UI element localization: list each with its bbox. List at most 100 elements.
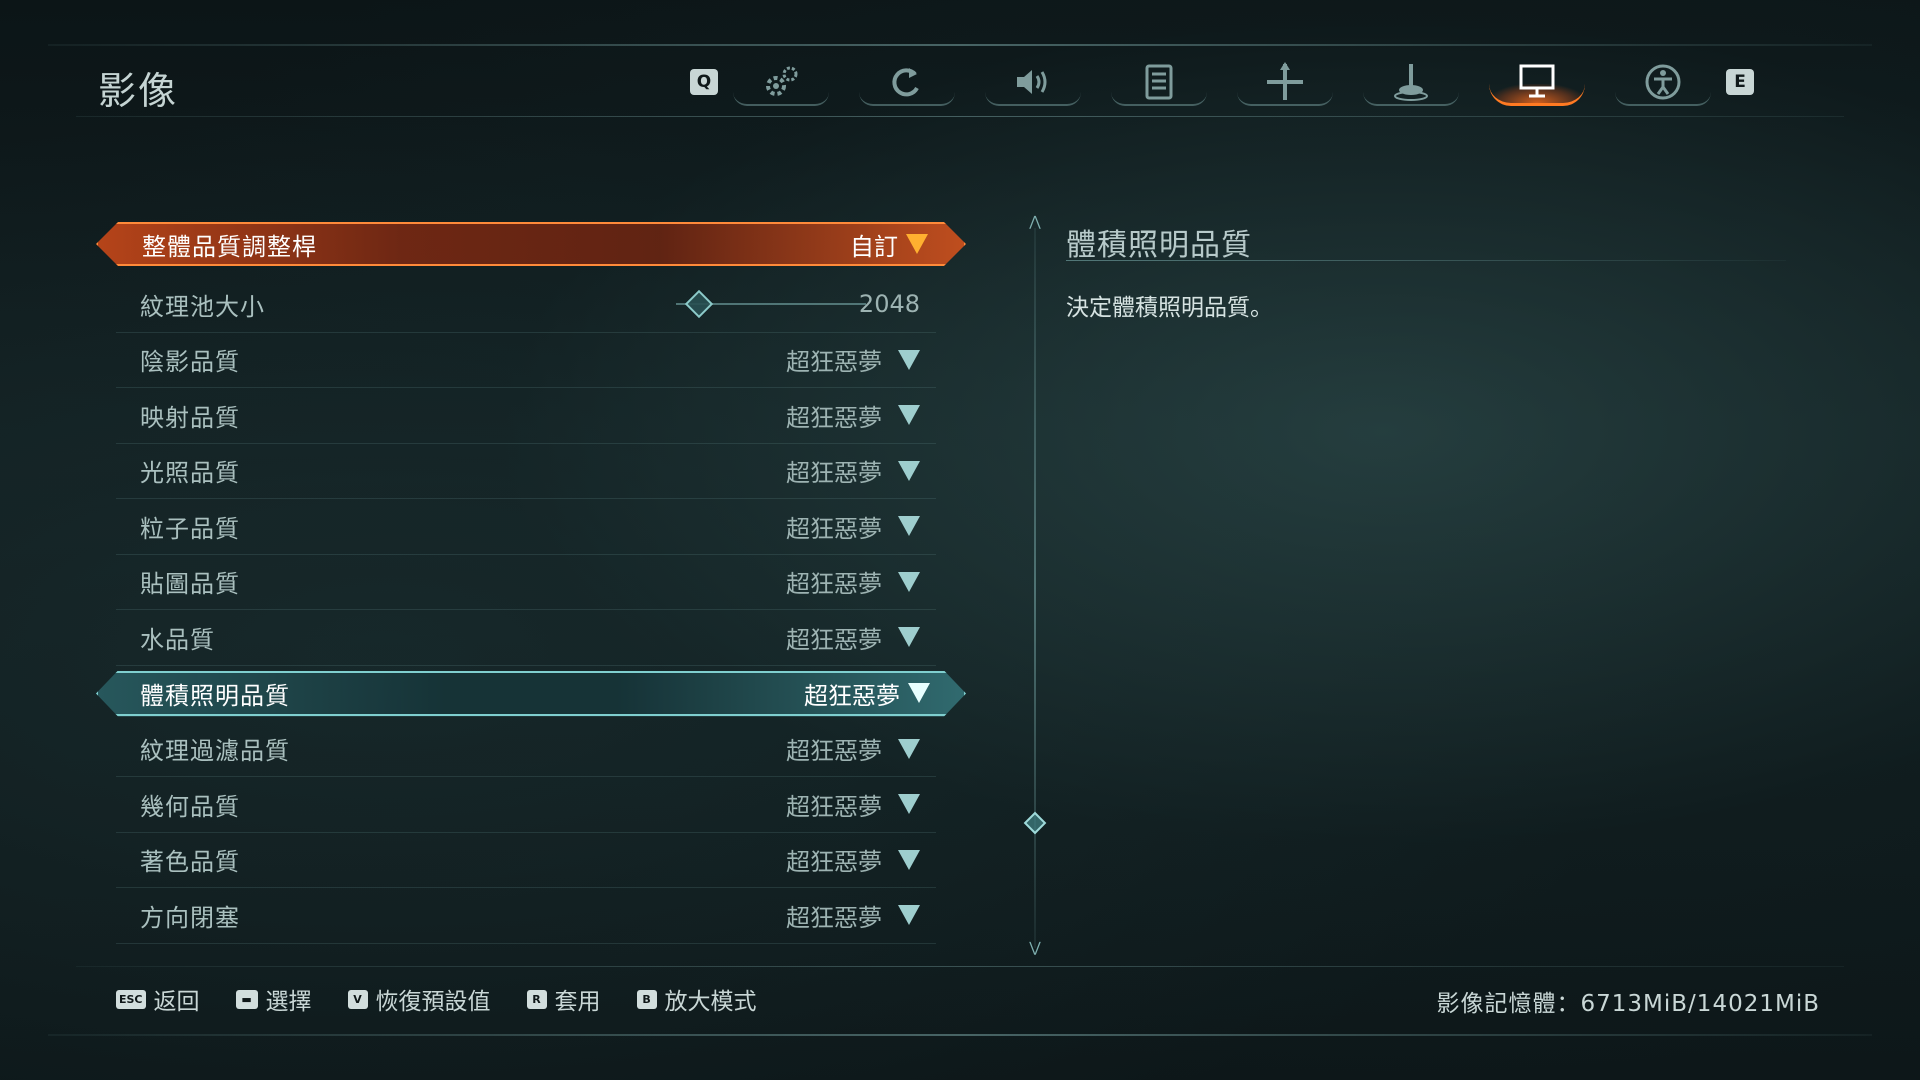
setting-label: 著色品質 xyxy=(140,848,240,877)
setting-label: 幾何品質 xyxy=(140,792,240,821)
apply-label: 套用 xyxy=(554,989,601,1015)
setting-label: 水品質 xyxy=(140,625,215,654)
setting-label: 方向閉塞 xyxy=(140,903,240,932)
dropdown-arrow-icon[interactable] xyxy=(898,849,920,870)
tab-subtitles[interactable] xyxy=(1103,54,1215,110)
tab-prev-key[interactable]: Q xyxy=(690,69,718,95)
dropdown-arrow-icon[interactable] xyxy=(898,627,920,648)
refresh-icon xyxy=(892,68,919,97)
setting-value: 2048 xyxy=(858,290,920,319)
speaker-icon xyxy=(1017,70,1047,94)
scrollbar-thumb[interactable] xyxy=(1023,811,1047,835)
setting-row-shading-quality[interactable]: 著色品質 超狂惡夢 xyxy=(116,833,936,888)
dropdown-arrow-icon[interactable] xyxy=(898,571,920,592)
setting-row-directional-occlusion[interactable]: 方向閉塞 超狂惡夢 xyxy=(116,888,936,944)
dropdown-arrow-icon[interactable] xyxy=(898,905,920,926)
setting-value: 超狂惡夢 xyxy=(786,625,882,654)
setting-label: 光照品質 xyxy=(140,459,240,488)
zoom-mode-button[interactable]: B 放大模式 xyxy=(636,982,757,1016)
monitor-icon xyxy=(1519,64,1555,98)
back-label: 返回 xyxy=(153,989,200,1015)
dropdown-arrow-icon[interactable] xyxy=(898,738,920,759)
setting-value: 自訂 xyxy=(850,232,898,261)
joystick-icon xyxy=(1394,64,1428,101)
description-text: 決定體積照明品質。 xyxy=(1066,295,1273,321)
setting-label: 體積照明品質 xyxy=(140,681,290,710)
tab-gameplay[interactable] xyxy=(851,54,963,110)
back-button[interactable]: ESC 返回 xyxy=(116,982,200,1016)
setting-value: 超狂惡夢 xyxy=(786,403,882,432)
setting-row-volumetric-lighting[interactable]: 體積照明品質 超狂惡夢 xyxy=(96,671,966,717)
footer-action-bar: ESC 返回 ▬ 選擇 V 恢復預設值 R 套用 B 放大模式 xyxy=(116,982,793,1016)
esc-key-icon: ESC xyxy=(116,989,146,1009)
footer-divider xyxy=(76,966,1844,967)
setting-row-geometry-quality[interactable]: 幾何品質 超狂惡夢 xyxy=(116,777,936,833)
dropdown-arrow-icon[interactable] xyxy=(898,794,920,815)
setting-value: 超狂惡夢 xyxy=(804,681,900,710)
list-icon xyxy=(1145,64,1173,100)
divider-top-ornament: ⋀ xyxy=(1029,214,1041,230)
tab-general[interactable] xyxy=(725,54,837,110)
setting-row-reflection-quality[interactable]: 映射品質 超狂惡夢 xyxy=(116,388,936,444)
setting-row-overall-quality[interactable]: 整體品質調整桿 自訂 xyxy=(96,222,966,266)
tab-next-key[interactable]: E xyxy=(1726,69,1754,95)
setting-value: 超狂惡夢 xyxy=(786,737,882,766)
setting-label: 粒子品質 xyxy=(140,514,240,543)
tab-accessibility[interactable] xyxy=(1607,54,1719,110)
gear-icon xyxy=(766,66,798,96)
crosshair-icon xyxy=(1267,62,1303,100)
frame-top-border xyxy=(48,44,1872,46)
setting-value: 超狂惡夢 xyxy=(786,514,882,543)
category-tab-bar: Q E xyxy=(690,54,1754,110)
dropdown-arrow-icon[interactable] xyxy=(898,516,920,537)
slider-thumb[interactable] xyxy=(684,289,714,319)
description-title: 體積照明品質 xyxy=(1066,228,1252,263)
dropdown-arrow-icon[interactable] xyxy=(908,683,930,703)
b-key-icon: B xyxy=(636,989,657,1009)
r-key-icon: R xyxy=(526,989,547,1009)
tab-display[interactable] xyxy=(1481,54,1593,110)
header-divider xyxy=(76,116,1844,117)
setting-value: 超狂惡夢 xyxy=(786,903,882,932)
setting-value: 超狂惡夢 xyxy=(786,348,882,377)
setting-value: 超狂惡夢 xyxy=(786,570,882,599)
setting-row-water-quality[interactable]: 水品質 超狂惡夢 xyxy=(116,610,936,666)
divider-bottom-ornament: ⋁ xyxy=(1029,940,1041,956)
v-key-icon: V xyxy=(347,989,368,1009)
setting-value: 超狂惡夢 xyxy=(786,792,882,821)
setting-label: 陰影品質 xyxy=(140,348,240,377)
setting-label: 紋理過濾品質 xyxy=(140,737,290,766)
accessibility-icon xyxy=(1645,64,1681,100)
tab-audio[interactable] xyxy=(977,54,1089,110)
dropdown-arrow-icon[interactable] xyxy=(898,405,920,426)
setting-row-shadow-quality[interactable]: 陰影品質 超狂惡夢 xyxy=(116,333,936,388)
dropdown-arrow-icon[interactable] xyxy=(898,460,920,481)
setting-row-particle-quality[interactable]: 粒子品質 超狂惡夢 xyxy=(116,499,936,555)
setting-row-lighting-quality[interactable]: 光照品質 超狂惡夢 xyxy=(116,444,936,499)
setting-row-texture-filtering[interactable]: 紋理過濾品質 超狂惡夢 xyxy=(116,722,936,777)
setting-value: 超狂惡夢 xyxy=(786,848,882,877)
select-button[interactable]: ▬ 選擇 xyxy=(235,982,312,1016)
setting-label: 紋理池大小 xyxy=(140,292,265,321)
space-key-icon: ▬ xyxy=(235,989,258,1009)
zoom-mode-label: 放大模式 xyxy=(664,989,757,1015)
setting-label: 整體品質調整桿 xyxy=(142,232,317,261)
frame-bottom-border xyxy=(48,1034,1872,1036)
tab-controls[interactable] xyxy=(1355,54,1467,110)
apply-button[interactable]: R 套用 xyxy=(526,982,601,1016)
tab-camera[interactable] xyxy=(1229,54,1341,110)
vram-usage: 影像記憶體：6713MiB/14021MiB xyxy=(1436,991,1820,1017)
setting-label: 映射品質 xyxy=(140,403,240,432)
restore-defaults-button[interactable]: V 恢復預設值 xyxy=(347,982,491,1016)
settings-list: 整體品質調整桿 自訂 紋理池大小 2048 陰影品質 超狂惡夢 映射品質 超狂惡… xyxy=(96,222,966,944)
setting-value: 超狂惡夢 xyxy=(786,459,882,488)
page-title: 影像 xyxy=(98,69,179,113)
setting-row-decal-quality[interactable]: 貼圖品質 超狂惡夢 xyxy=(116,555,936,610)
description-underline xyxy=(1066,260,1786,261)
select-label: 選擇 xyxy=(265,989,312,1015)
dropdown-arrow-icon[interactable] xyxy=(898,349,920,370)
panel-divider xyxy=(1034,228,1036,948)
restore-defaults-label: 恢復預設值 xyxy=(375,989,491,1015)
setting-row-texture-pool[interactable]: 紋理池大小 2048 xyxy=(116,277,936,333)
dropdown-arrow-icon[interactable] xyxy=(906,234,928,254)
